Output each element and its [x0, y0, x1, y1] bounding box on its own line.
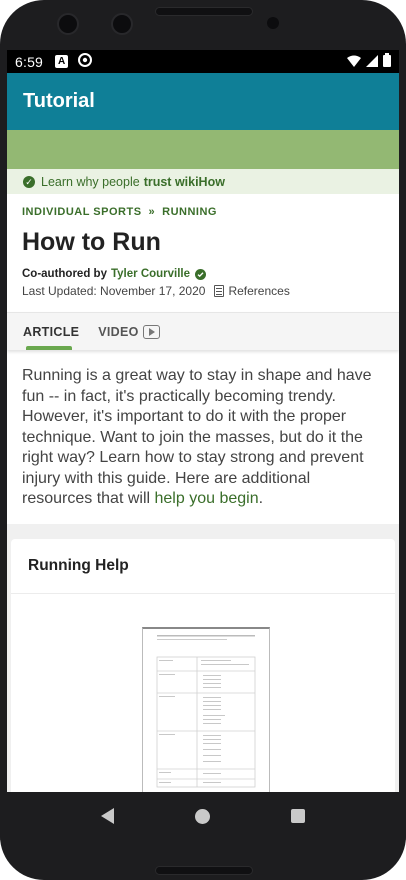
signal-icon: [366, 54, 378, 70]
intro-paragraph: Running is a great way to stay in shape …: [7, 350, 399, 524]
breadcrumb-separator: »: [148, 206, 156, 218]
active-tab-indicator: [26, 346, 72, 350]
battery-icon: [383, 53, 391, 70]
recents-icon[interactable]: [291, 809, 306, 823]
page-title: How to Run: [22, 228, 161, 256]
proximity-sensor: [267, 17, 279, 29]
breadcrumb-item-running[interactable]: RUNNING: [162, 206, 217, 218]
front-camera: [57, 13, 79, 35]
last-updated-text: Last Updated: November 17, 2020: [22, 284, 206, 298]
references-icon: [214, 285, 225, 297]
phone-frame: 6:59 A Tutorial ✓ Learn why people trust…: [0, 0, 406, 880]
status-time: 6:59: [15, 53, 44, 70]
earpiece-speaker: [155, 7, 253, 16]
app-bar: Tutorial: [7, 73, 399, 130]
tab-video-label: VIDEO: [98, 324, 139, 339]
help-you-begin-link[interactable]: help you begin: [155, 490, 259, 507]
references-link[interactable]: References: [228, 284, 289, 298]
last-updated-line: Last Updated: November 17, 2020 Referenc…: [22, 284, 384, 298]
header-banner: [7, 130, 399, 169]
verified-badge-icon: [195, 268, 207, 280]
section-title: Running Help: [11, 539, 395, 594]
section-divider: [7, 523, 399, 539]
app-bar-title: Tutorial: [23, 90, 95, 112]
trust-bar[interactable]: ✓ Learn why people trust wikiHow: [7, 169, 399, 194]
check-badge-icon: ✓: [23, 175, 35, 188]
play-icon: [142, 324, 160, 339]
tab-video[interactable]: VIDEO: [98, 324, 160, 339]
breadcrumb-item-individual-sports[interactable]: INDIVIDUAL SPORTS: [22, 206, 142, 218]
status-bar: 6:59 A: [7, 50, 399, 73]
bottom-speaker: [155, 866, 253, 875]
a-notification-icon: A: [55, 55, 69, 68]
status-right-icons: [347, 53, 391, 70]
breadcrumb: INDIVIDUAL SPORTS » RUNNING: [22, 206, 384, 218]
back-icon[interactable]: [100, 808, 114, 824]
trust-text: Learn why people: [41, 174, 140, 189]
article-tabs: ARTICLE VIDEO: [7, 312, 399, 350]
document-preview-image[interactable]: [142, 627, 270, 792]
tab-article[interactable]: ARTICLE: [23, 325, 79, 339]
article-header: INDIVIDUAL SPORTS » RUNNING How to Run C…: [7, 194, 399, 298]
home-icon[interactable]: [194, 808, 210, 824]
at-sign-icon: [78, 53, 93, 70]
trust-bold-link[interactable]: trust wikiHow: [144, 175, 225, 189]
screen: 6:59 A Tutorial ✓ Learn why people trust…: [7, 50, 399, 792]
author-link[interactable]: Tyler Courville: [111, 268, 190, 280]
wifi-icon: [347, 54, 361, 70]
intro-text: Running is a great way to stay in shape …: [22, 367, 372, 507]
front-sensor: [111, 13, 133, 35]
intro-end: .: [258, 490, 264, 507]
document-table-graphic: [156, 635, 256, 788]
coauthored-label: Co-authored by: [22, 268, 107, 280]
system-nav-bar: [0, 792, 406, 840]
coauthor-line: Co-authored by Tyler Courville: [22, 268, 384, 280]
